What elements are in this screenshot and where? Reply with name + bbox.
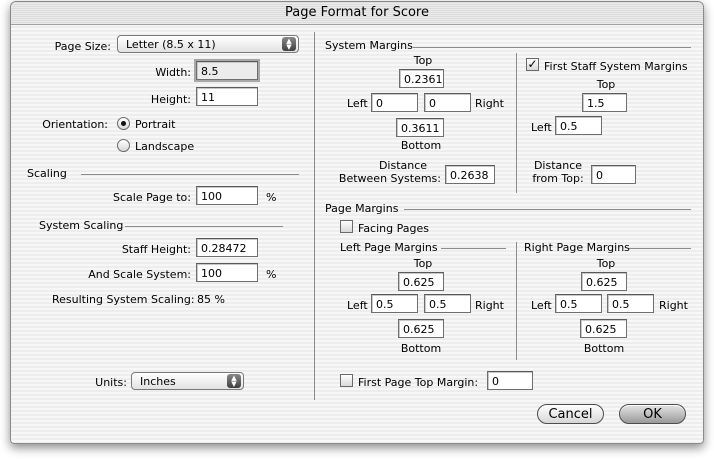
- orientation-label: Orientation:: [42, 118, 108, 131]
- sys-left-field[interactable]: 0: [371, 93, 418, 112]
- staff-height-label: Staff Height:: [121, 243, 191, 256]
- portrait-label: Portrait: [135, 118, 176, 131]
- width-field[interactable]: 8.5: [196, 61, 258, 80]
- fs-left-field[interactable]: 0.5: [555, 116, 602, 135]
- column-divider: [314, 32, 315, 400]
- first-page-top-margin-checkbox[interactable]: [340, 374, 353, 387]
- rp-bottom-field[interactable]: 0.625: [580, 319, 627, 338]
- width-label: Width:: [155, 66, 191, 79]
- lp-top-field[interactable]: 0.625: [398, 272, 444, 291]
- height-field[interactable]: 11: [196, 87, 258, 106]
- left-page-divider: [441, 248, 506, 249]
- sys-bottom-label: Bottom: [400, 139, 442, 152]
- system-margins-divider: [413, 47, 691, 48]
- distance-between-label-2: Between Systems:: [338, 172, 441, 185]
- system-scaling-divider: [125, 226, 283, 227]
- first-staff-divider: [516, 53, 517, 193]
- page-size-value: Letter (8.5 x 11): [126, 38, 216, 51]
- rp-top-field[interactable]: 0.625: [581, 272, 627, 291]
- left-page-margins-header: Left Page Margins: [340, 241, 438, 254]
- sys-top-label: Top: [413, 54, 433, 67]
- system-scaling-header: System Scaling: [39, 219, 124, 232]
- first-staff-checkbox[interactable]: ✓: [526, 58, 539, 71]
- lp-left-label: Left: [347, 299, 368, 312]
- distance-between-field[interactable]: 0.2638: [445, 165, 495, 184]
- cancel-button[interactable]: Cancel: [537, 404, 604, 424]
- units-value: Inches: [140, 375, 176, 388]
- staff-height-field[interactable]: 0.28472: [196, 238, 258, 257]
- right-page-margins-header: Right Page Margins: [524, 241, 630, 254]
- popup-arrows-icon: ▲ ▼: [282, 37, 296, 51]
- scale-page-field[interactable]: 100: [196, 186, 258, 205]
- units-popup[interactable]: Inches ▲ ▼: [131, 372, 244, 390]
- sys-top-field[interactable]: 0.2361: [399, 69, 444, 88]
- units-label: Units:: [95, 376, 127, 389]
- right-page-divider: [629, 248, 691, 249]
- facing-pages-checkbox[interactable]: [340, 220, 353, 233]
- height-label: Height:: [150, 93, 191, 106]
- page-margins-divider: [404, 209, 691, 210]
- sys-bottom-field[interactable]: 0.3611: [396, 118, 444, 137]
- lp-right-label: Right: [475, 299, 504, 312]
- and-scale-percent: %: [266, 268, 277, 281]
- ok-button[interactable]: OK: [619, 404, 686, 424]
- page-format-dialog: Page Format for Score Page Size: Letter …: [10, 1, 704, 444]
- lp-bottom-label: Bottom: [400, 342, 442, 355]
- portrait-radio[interactable]: [117, 117, 130, 130]
- page-size-label: Page Size:: [54, 40, 111, 53]
- lp-left-field[interactable]: 0.5: [371, 294, 418, 313]
- first-staff-label: First Staff System Margins: [544, 60, 688, 73]
- and-scale-system-label: And Scale System:: [88, 268, 191, 281]
- popup-arrows-icon: ▲ ▼: [227, 374, 241, 388]
- resulting-scaling-label: Resulting System Scaling:: [52, 293, 195, 306]
- system-margins-header: System Margins: [325, 39, 413, 52]
- facing-pages-label: Facing Pages: [358, 222, 429, 235]
- first-page-top-margin-label: First Page Top Margin:: [358, 376, 479, 389]
- rp-right-label: Right: [659, 299, 688, 312]
- distance-from-top-label-2: from Top:: [532, 172, 584, 185]
- page-margins-vertical-divider: [516, 242, 517, 360]
- scaling-header: Scaling: [27, 167, 67, 180]
- rp-left-field[interactable]: 0.5: [555, 294, 602, 313]
- landscape-radio[interactable]: [117, 139, 130, 152]
- lp-bottom-field[interactable]: 0.625: [398, 319, 444, 338]
- distance-from-top-field[interactable]: 0: [591, 165, 636, 184]
- lp-right-field[interactable]: 0.5: [424, 294, 471, 313]
- and-scale-system-field[interactable]: 100: [196, 263, 258, 282]
- resulting-scaling-value: 85 %: [197, 293, 225, 306]
- rp-top-label: Top: [596, 257, 616, 270]
- scaling-divider: [81, 174, 299, 175]
- rp-right-field[interactable]: 0.5: [607, 294, 654, 313]
- fs-left-label: Left: [531, 121, 552, 134]
- fs-top-label: Top: [596, 78, 616, 91]
- sys-left-label: Left: [347, 97, 368, 110]
- page-margins-header: Page Margins: [325, 202, 399, 215]
- scale-page-label: Scale Page to:: [113, 191, 191, 204]
- lp-top-label: Top: [413, 257, 433, 270]
- page-size-popup[interactable]: Letter (8.5 x 11) ▲ ▼: [117, 35, 299, 53]
- rp-bottom-label: Bottom: [583, 342, 625, 355]
- scale-percent: %: [266, 191, 277, 204]
- sys-right-label: Right: [475, 97, 504, 110]
- distance-from-top-label-1: Distance: [533, 159, 583, 172]
- rp-left-label: Left: [531, 299, 552, 312]
- window-title: Page Format for Score: [11, 2, 703, 25]
- sys-right-field[interactable]: 0: [424, 93, 471, 112]
- fs-top-field[interactable]: 1.5: [582, 93, 627, 112]
- landscape-label: Landscape: [135, 140, 195, 153]
- first-page-top-margin-field[interactable]: 0: [487, 371, 533, 390]
